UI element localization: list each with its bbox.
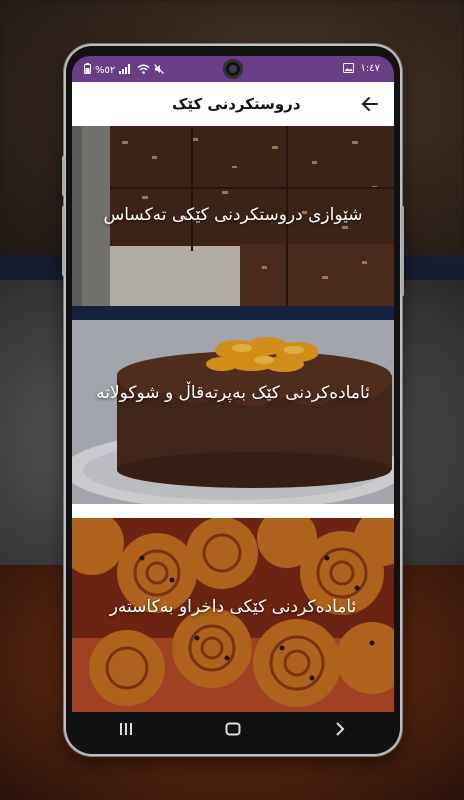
wifi-icon	[137, 64, 150, 77]
recent-apps-icon	[119, 723, 132, 735]
home-icon	[225, 722, 241, 736]
battery-percent: %٥٢	[95, 64, 116, 76]
recipe-card[interactable]: ئامادەکردنی کێکی داخراو بەکاستەر	[72, 518, 394, 712]
card-divider	[72, 504, 394, 518]
home-button[interactable]	[213, 714, 253, 744]
recipe-title: شێوازی دروستکردنی کێکی تەکساس	[103, 205, 363, 225]
nav-back-button[interactable]	[320, 714, 360, 744]
recent-apps-button[interactable]	[106, 714, 146, 744]
mute-icon	[154, 63, 165, 77]
recipe-card[interactable]: شێوازی دروستکردنی کێکی تەکساس	[72, 126, 394, 306]
recipe-image	[72, 320, 394, 504]
page-title: دروستکردنی کێک	[172, 95, 301, 113]
back-button[interactable]	[352, 86, 388, 122]
app-bar: دروستکردنی کێک	[72, 82, 394, 126]
status-bar: %٥٢ ١:٤٧	[72, 56, 394, 82]
recipe-list[interactable]: شێوازی دروستکردنی کێکی تەکساس ئامادەکردن…	[72, 126, 394, 712]
recipe-card[interactable]: ئامادەکردنی کێک بەپرتەقاڵ و شوکولاتە	[72, 320, 394, 504]
card-divider	[72, 306, 394, 320]
arrow-back-icon	[361, 97, 378, 111]
status-icons-left: %٥٢	[84, 63, 165, 77]
battery-icon	[84, 63, 91, 77]
front-camera	[223, 59, 243, 79]
recipe-title: ئامادەکردنی کێک بەپرتەقاڵ و شوکولاتە	[96, 383, 370, 403]
image-icon	[343, 63, 354, 76]
status-time: ١:٤٧	[360, 63, 380, 74]
signal-icon	[119, 63, 133, 77]
system-nav-bar	[72, 712, 394, 746]
phone-screen: %٥٢ ١:٤٧ دروستکردنی کێک شێوازی دروستکردن…	[72, 56, 394, 746]
phone-frame: %٥٢ ١:٤٧ دروستکردنی کێک شێوازی دروستکردن…	[62, 46, 404, 754]
recipe-title: ئامادەکردنی کێکی داخراو بەکاستەر	[109, 597, 357, 617]
back-chevron-icon	[336, 722, 345, 736]
